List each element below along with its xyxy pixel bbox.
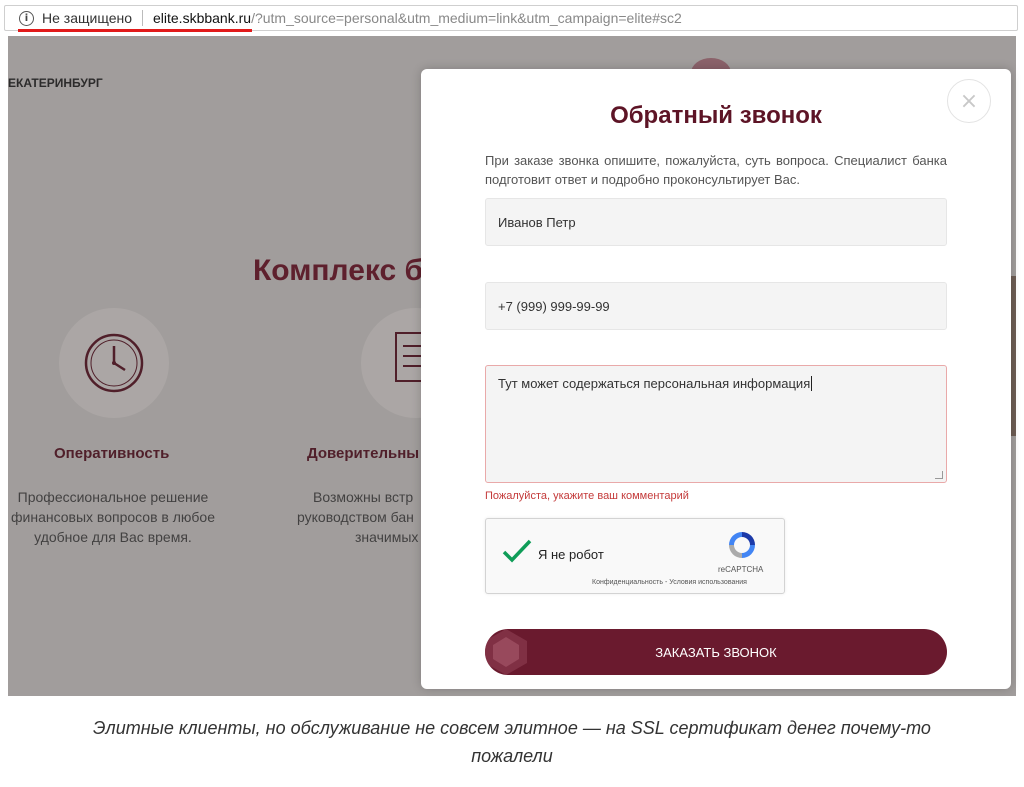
url-host[interactable]: elite.skbbank.ru [153, 10, 251, 26]
phone-value: +7 (999) 999-99-99 [498, 298, 610, 314]
modal-title: Обратный звонок [610, 102, 822, 129]
recaptcha-label: Я не робот [538, 547, 604, 562]
comment-field[interactable]: Тут может содержаться персональная инфор… [485, 365, 947, 483]
caption-line: пожалели [471, 746, 553, 766]
submit-callback-button[interactable]: ЗАКАЗАТЬ ЗВОНОК [485, 629, 947, 675]
info-icon[interactable]: i [19, 10, 34, 26]
caption-line: Элитные клиенты, но обслуживание не совс… [93, 718, 931, 738]
phone-field[interactable]: +7 (999) 999-99-99 [485, 282, 947, 330]
comment-value: Тут может содержаться персональная инфор… [498, 376, 811, 391]
modal-description: При заказе звонка опишите, пожалуйста, с… [485, 153, 947, 187]
url-path[interactable]: /?utm_source=personal&utm_medium=link&ut… [251, 10, 682, 26]
address-separator [142, 10, 143, 26]
recaptcha-widget[interactable]: Я не робот reCAPTCHA Конфиденциальность … [485, 518, 785, 594]
browser-address-bar: i Не защищено elite.skbbank.ru /?utm_sou… [0, 0, 1024, 36]
recaptcha-logo-icon [729, 532, 755, 558]
callback-modal: × Обратный звонок При заказе звонка опиш… [421, 69, 1011, 689]
submit-label: ЗАКАЗАТЬ ЗВОНОК [655, 644, 777, 660]
recaptcha-links[interactable]: Конфиденциальность - Условия использован… [592, 579, 747, 586]
security-indicator[interactable]: Не защищено [42, 10, 132, 26]
ornament-icon [485, 629, 527, 675]
resize-handle[interactable] [935, 471, 943, 479]
text-cursor [811, 376, 813, 391]
checkmark-icon[interactable] [502, 539, 532, 563]
error-message: Пожалуйста, укажите ваш комментарий [485, 490, 689, 502]
image-caption: Элитные клиенты, но обслуживание не совс… [0, 714, 1024, 770]
url-field[interactable]: i Не защищено elite.skbbank.ru /?utm_sou… [4, 5, 1018, 31]
name-field[interactable]: Иванов Петр [485, 198, 947, 246]
name-value: Иванов Петр [498, 214, 576, 230]
recaptcha-brand: reCAPTCHA [718, 565, 764, 574]
highlight-underline [18, 29, 252, 32]
